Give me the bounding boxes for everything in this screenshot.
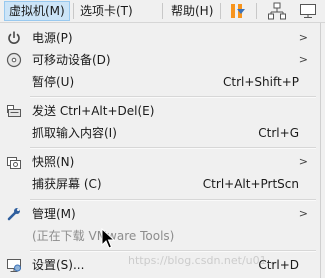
- dropdown-arrow-icon[interactable]: [234, 2, 248, 20]
- menu-item-shortcut: Ctrl+Shift+P: [223, 75, 299, 89]
- settings-icon: [7, 259, 21, 272]
- menu-tabs[interactable]: 选项卡(T): [76, 2, 137, 20]
- menu-item-power[interactable]: 电源(P) >: [0, 27, 320, 49]
- menu-item-shortcut: Ctrl+G: [258, 126, 299, 140]
- menu-separator: [30, 147, 316, 149]
- menu-item-removable-devices[interactable]: 可移动设备(D) >: [0, 49, 320, 71]
- submenu-arrow-icon: >: [298, 207, 308, 220]
- menubar-separator: [73, 3, 74, 19]
- menu-item-label: 电源(P): [32, 31, 73, 45]
- menu-item-label: 发送 Ctrl+Alt+Del(E): [32, 104, 155, 118]
- menubar-separator: [162, 3, 163, 19]
- menu-item-grab-input[interactable]: 抓取输入内容(I) Ctrl+G: [0, 122, 320, 144]
- menu-item-label: 管理(M): [32, 207, 76, 221]
- menu-item-shortcut: Ctrl+Alt+PrtScn: [202, 177, 299, 191]
- menu-item-label: 抓取输入内容(I): [32, 126, 117, 140]
- menu-item-label: 暂停(U): [32, 75, 75, 89]
- submenu-arrow-icon: >: [298, 53, 308, 66]
- snapshot-icon: [7, 157, 21, 169]
- submenu-arrow-icon: >: [298, 155, 308, 168]
- menu-item-capture-screen[interactable]: 捕获屏幕 (C) Ctrl+Alt+PrtScn: [0, 173, 320, 195]
- menu-bar: 虚拟机(M) 选项卡(T) 帮助(H): [0, 0, 325, 23]
- monitor-icon[interactable]: [299, 2, 317, 20]
- menu-separator: [30, 199, 316, 201]
- network-icon[interactable]: [268, 2, 286, 20]
- menu-item-manage[interactable]: 管理(M) >: [0, 203, 320, 225]
- menu-item-send-ctrl-alt-del[interactable]: 发送 Ctrl+Alt+Del(E): [0, 100, 320, 122]
- menu-item-label: 设置(S)...: [32, 258, 85, 272]
- menubar-separator: [256, 3, 257, 19]
- menu-item-snapshot[interactable]: 快照(N) >: [0, 151, 320, 173]
- menu-item-label: 可移动设备(D): [32, 53, 111, 67]
- power-icon: [8, 31, 20, 44]
- mouse-cursor-icon: [101, 228, 115, 249]
- menu-item-vmware-tools: (正在下载 VMware Tools): [0, 225, 320, 247]
- menu-separator: [30, 250, 316, 252]
- menu-item-label: 捕获屏幕 (C): [32, 177, 102, 191]
- menu-item-pause[interactable]: 暂停(U) Ctrl+Shift+P: [0, 71, 320, 93]
- vm-menu: 电源(P) > 可移动设备(D) > 暂停(U) Ctrl+Shift+P 发送…: [0, 23, 321, 278]
- watermark: https://blog.csdn.net/u01...: [128, 254, 278, 267]
- submenu-arrow-icon: >: [298, 31, 308, 44]
- wrench-icon: [7, 208, 20, 221]
- send-keys-icon: [7, 105, 21, 117]
- menu-help[interactable]: 帮助(H): [167, 2, 217, 20]
- menu-separator: [30, 96, 316, 98]
- menu-vm[interactable]: 虚拟机(M): [4, 1, 70, 21]
- disc-icon: [6, 52, 22, 68]
- menubar-separator: [220, 3, 221, 19]
- menu-item-label: 快照(N): [32, 155, 75, 169]
